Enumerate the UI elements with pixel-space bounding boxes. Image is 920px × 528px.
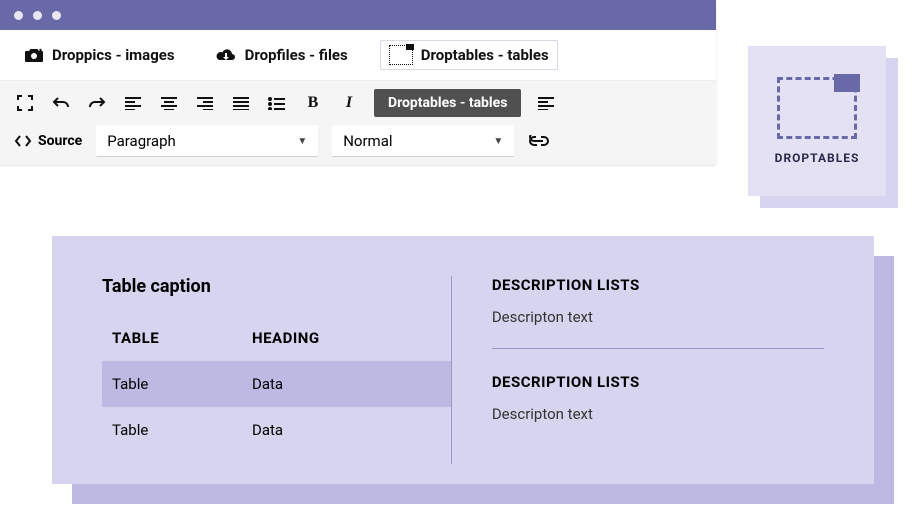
undo-button[interactable] — [50, 92, 72, 114]
tab-label: Dropfiles - files — [245, 46, 348, 64]
camera-icon — [24, 47, 44, 63]
style-select-value: Normal — [343, 132, 392, 150]
italic-button[interactable]: I — [338, 92, 360, 114]
plugin-tabs: Droppics - images Dropfiles - files Drop… — [0, 30, 716, 81]
tab-label: Droppics - images — [52, 46, 175, 64]
cloud-download-icon — [215, 47, 237, 63]
example-table: TABLE HEADING Table Data Table Data — [102, 315, 451, 453]
droptables-icon — [389, 45, 413, 65]
format-select[interactable]: Paragraph ▼ — [96, 125, 318, 157]
window-titlebar — [0, 0, 716, 30]
align-justify-button[interactable] — [230, 92, 252, 114]
style-select[interactable]: Normal ▼ — [332, 125, 514, 157]
table-cell: Table — [102, 361, 242, 407]
editor-toolbar: B I Droptables - tables Source Paragraph… — [0, 81, 716, 165]
table-header: TABLE — [102, 315, 242, 361]
droptables-chip[interactable]: Droptables - tables — [374, 89, 521, 117]
window-dot — [33, 11, 42, 20]
table-cell: Table — [102, 407, 242, 453]
bold-button[interactable]: B — [302, 92, 324, 114]
content-panel: Table caption TABLE HEADING Table Data T… — [52, 236, 874, 484]
tab-dropfiles[interactable]: Dropfiles - files — [207, 42, 356, 68]
align-left-button[interactable] — [122, 92, 144, 114]
tab-droptables[interactable]: Droptables - tables — [380, 40, 558, 70]
source-label: Source — [38, 133, 82, 149]
table-cell: Data — [242, 407, 451, 453]
description-list-title: DESCRIPTION LISTS — [492, 276, 824, 294]
tab-label: Droptables - tables — [421, 46, 549, 64]
table-header: HEADING — [242, 315, 451, 361]
align-center-button[interactable] — [158, 92, 180, 114]
paragraph-align-button[interactable] — [535, 92, 557, 114]
window-dot — [52, 11, 61, 20]
panel-left: Table caption TABLE HEADING Table Data T… — [102, 276, 451, 464]
divider — [492, 348, 824, 349]
fullscreen-button[interactable] — [14, 92, 36, 114]
align-right-button[interactable] — [194, 92, 216, 114]
chevron-down-icon: ▼ — [297, 136, 307, 147]
chevron-down-icon: ▼ — [493, 136, 503, 147]
table-caption: Table caption — [102, 276, 451, 297]
tab-droppics[interactable]: Droppics - images — [16, 42, 183, 68]
table-cell: Data — [242, 361, 451, 407]
list-button[interactable] — [266, 92, 288, 114]
droptables-card[interactable]: DROPTABLES — [748, 46, 886, 196]
source-button[interactable]: Source — [14, 133, 82, 149]
link-button[interactable] — [528, 130, 550, 152]
editor-window: Droppics - images Dropfiles - files Drop… — [0, 0, 716, 165]
format-select-value: Paragraph — [107, 132, 176, 150]
droptables-icon — [777, 77, 857, 139]
panel-right: DESCRIPTION LISTS Descripton text DESCRI… — [451, 276, 824, 464]
description-list-text: Descripton text — [492, 405, 824, 423]
description-list-title: DESCRIPTION LISTS — [492, 373, 824, 391]
droptables-card-label: DROPTABLES — [775, 151, 860, 165]
description-list-text: Descripton text — [492, 308, 824, 326]
toolbar-row-2: Source Paragraph ▼ Normal ▼ — [14, 125, 702, 157]
toolbar-row-1: B I Droptables - tables — [14, 89, 702, 117]
redo-button[interactable] — [86, 92, 108, 114]
window-dot — [14, 11, 23, 20]
